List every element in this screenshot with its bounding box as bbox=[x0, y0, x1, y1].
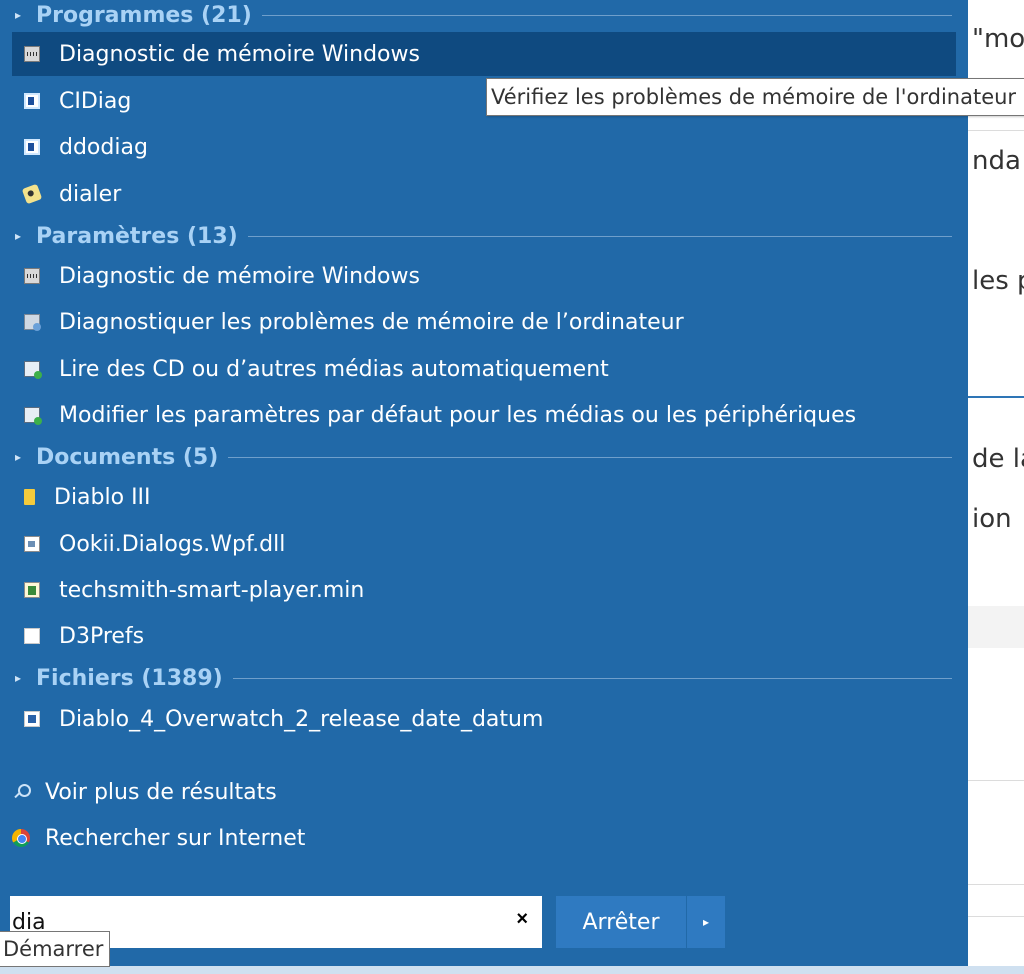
result-item-d3prefs[interactable]: D3Prefs bbox=[12, 614, 956, 658]
result-item-techsmith[interactable]: techsmith-smart-player.min bbox=[12, 568, 956, 612]
diagnose-settings-icon bbox=[24, 314, 41, 331]
clear-search-button[interactable]: × bbox=[516, 908, 528, 931]
divider bbox=[247, 235, 952, 237]
phone-dialer-icon bbox=[21, 183, 43, 205]
start-menu-search-panel: ▸ Programmes (21) Diagnostic de mémoire … bbox=[0, 0, 968, 966]
start-button-tooltip: Démarrer bbox=[0, 931, 111, 967]
result-label: dialer bbox=[59, 181, 122, 207]
divider bbox=[232, 677, 952, 679]
search-icon bbox=[12, 783, 31, 801]
result-label: Diagnostic de mémoire Windows bbox=[59, 41, 420, 67]
memory-chip-icon bbox=[24, 46, 40, 62]
result-label: Ookii.Dialogs.Wpf.dll bbox=[59, 531, 286, 557]
result-label: techsmith-smart-player.min bbox=[59, 577, 365, 603]
search-web-link[interactable]: Rechercher sur Internet bbox=[0, 816, 940, 860]
result-label: CIDiag bbox=[59, 88, 132, 114]
memory-chip-icon bbox=[24, 268, 40, 284]
result-item-dialer[interactable]: dialer bbox=[12, 172, 956, 216]
background-text: ion bbox=[972, 504, 1012, 534]
result-label: Modifier les paramètres par défaut pour … bbox=[59, 402, 857, 428]
divider bbox=[968, 130, 1024, 131]
folder-icon bbox=[24, 489, 35, 505]
window-app-icon bbox=[24, 93, 40, 109]
group-header-parametres[interactable]: ▸ Paramètres (13) bbox=[0, 221, 952, 251]
result-label: Diagnostiquer les problèmes de mémoire d… bbox=[59, 309, 684, 335]
group-header-documents[interactable]: ▸ Documents (5) bbox=[0, 442, 952, 472]
result-item-diagnostiquer-memoire[interactable]: Diagnostiquer les problèmes de mémoire d… bbox=[12, 300, 956, 344]
result-item-diablo-iii[interactable]: Diablo III bbox=[12, 475, 956, 519]
result-item-diagnostic-memoire-settings[interactable]: Diagnostic de mémoire Windows bbox=[12, 254, 956, 298]
expand-arrow-icon: ▸ bbox=[14, 229, 22, 243]
result-item-ddodiag[interactable]: ddodiag bbox=[12, 125, 956, 169]
result-label: D3Prefs bbox=[59, 623, 145, 649]
background-text: "mo bbox=[972, 24, 1024, 54]
group-header-programmes[interactable]: ▸ Programmes (21) bbox=[0, 0, 952, 30]
group-header-fichiers[interactable]: ▸ Fichiers (1389) bbox=[0, 663, 952, 693]
autoplay-media-icon bbox=[24, 361, 42, 379]
result-item-ookii-dll[interactable]: Ookii.Dialogs.Wpf.dll bbox=[12, 522, 956, 566]
divider bbox=[968, 780, 1024, 781]
expand-arrow-icon: ▸ bbox=[14, 450, 22, 464]
image-file-icon bbox=[24, 711, 40, 727]
chrome-icon bbox=[12, 829, 30, 847]
result-item-diablo-4-image[interactable]: Diablo_4_Overwatch_2_release_date_datum bbox=[12, 697, 956, 741]
divider bbox=[968, 916, 1024, 917]
divider bbox=[968, 396, 1024, 398]
more-results-link[interactable]: Voir plus de résultats bbox=[0, 770, 940, 814]
group-label: Documents (5) bbox=[36, 444, 219, 470]
result-item-diagnostic-memoire[interactable]: Diagnostic de mémoire Windows bbox=[12, 32, 956, 76]
background-panel bbox=[968, 606, 1024, 648]
search-web-label: Rechercher sur Internet bbox=[45, 825, 306, 851]
shutdown-button[interactable]: Arrêter bbox=[556, 896, 686, 948]
group-label: Paramètres (13) bbox=[36, 223, 238, 249]
group-label: Programmes (21) bbox=[36, 2, 252, 28]
divider bbox=[228, 456, 952, 458]
divider bbox=[968, 884, 1024, 885]
script-file-icon bbox=[24, 582, 40, 598]
group-label: Fichiers (1389) bbox=[36, 665, 223, 691]
power-options-arrow-button[interactable]: ▸ bbox=[687, 896, 725, 948]
autoplay-media-icon bbox=[24, 407, 42, 425]
taskbar-strip bbox=[0, 966, 1024, 974]
divider bbox=[261, 14, 952, 16]
result-item-modifier-parametres[interactable]: Modifier les paramètres par défaut pour … bbox=[12, 393, 956, 437]
result-label: Diablo_4_Overwatch_2_release_date_datum bbox=[59, 706, 544, 732]
item-tooltip: Vérifiez les problèmes de mémoire de l'o… bbox=[486, 78, 1024, 116]
result-label: Diagnostic de mémoire Windows bbox=[59, 263, 420, 289]
more-results-label: Voir plus de résultats bbox=[45, 779, 277, 805]
result-label: Lire des CD ou d’autres médias automatiq… bbox=[59, 356, 609, 382]
expand-arrow-icon: ▸ bbox=[14, 671, 22, 685]
window-app-icon bbox=[24, 139, 40, 155]
document-icon bbox=[24, 628, 40, 644]
expand-arrow-icon: ▸ bbox=[14, 8, 22, 22]
background-text: nda bbox=[972, 146, 1021, 176]
background-text: les p bbox=[972, 266, 1024, 296]
dll-file-icon bbox=[24, 536, 40, 552]
result-label: ddodiag bbox=[59, 134, 148, 160]
result-label: Diablo III bbox=[54, 484, 151, 510]
result-item-lire-cd[interactable]: Lire des CD ou d’autres médias automatiq… bbox=[12, 347, 956, 391]
background-text: de la bbox=[972, 444, 1024, 474]
